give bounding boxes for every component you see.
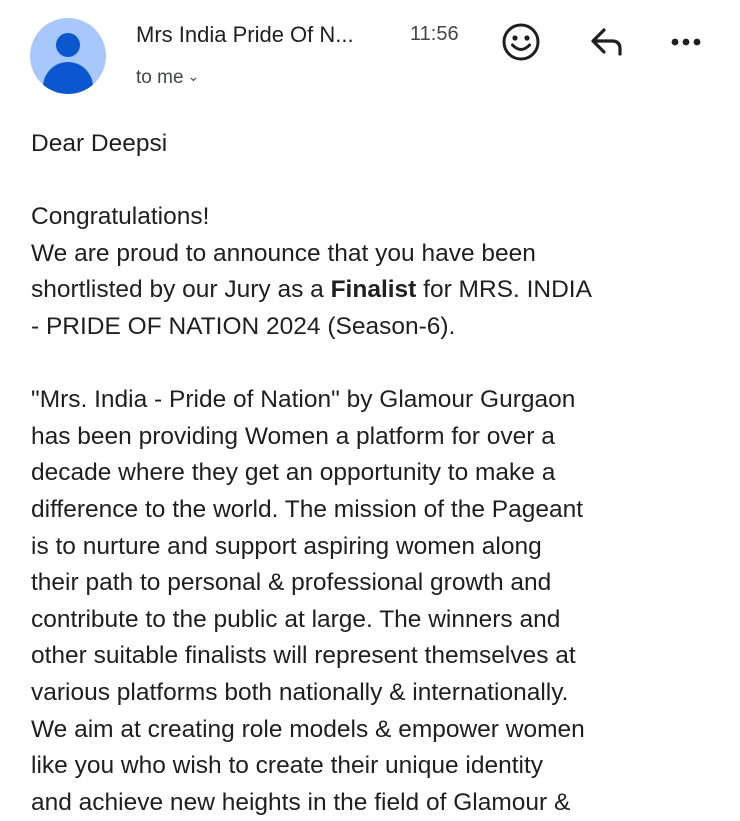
- mission-line: difference to the world. The mission of …: [31, 495, 584, 523]
- mission-line: "Mrs. India - Pride of Nation" by Glamou…: [31, 386, 576, 414]
- email-time: 11:56: [410, 23, 459, 45]
- announcement-line: - PRIDE OF NATION 2024 (Season-6).: [31, 312, 456, 340]
- reply-icon: [591, 28, 622, 56]
- chevron-down-icon: ⌄: [187, 68, 200, 84]
- recipient-toggle[interactable]: to me ⌄: [136, 67, 199, 89]
- text-run: for MRS. INDIA: [416, 276, 592, 304]
- add-reaction-button[interactable]: [499, 20, 543, 64]
- more-horizontal-icon: [671, 38, 701, 46]
- mission-line: is to nurture and support aspiring women…: [31, 532, 542, 560]
- mission-line: decade where they get an opportunity to …: [31, 459, 556, 487]
- announcement-line: shortlisted by our Jury as a Finalist fo…: [31, 272, 731, 309]
- more-options-button[interactable]: [664, 20, 708, 64]
- avatar-head: [56, 33, 80, 57]
- mission-line: their path to personal & professional gr…: [31, 569, 552, 597]
- mission-line: contribute to the public at large. The w…: [31, 605, 561, 633]
- mission-line: various platforms both nationally & inte…: [31, 678, 569, 706]
- mission-line: has been providing Women a platform for …: [31, 422, 555, 450]
- announcement-paragraph: We are proud to announce that you have b…: [31, 236, 731, 346]
- sender-name[interactable]: Mrs India Pride Of N...: [136, 22, 354, 48]
- mission-line: We aim at creating role models & empower…: [31, 715, 585, 743]
- finalist-emphasis: Finalist: [330, 276, 417, 304]
- recipient-label: to me: [136, 67, 184, 88]
- mission-paragraph: "Mrs. India - Pride of Nation" by Glamou…: [31, 382, 731, 821]
- announcement-line: We are proud to announce that you have b…: [31, 239, 536, 267]
- greeting-line: Dear Deepsi: [31, 130, 168, 157]
- congratulations-line: Congratulations!: [31, 203, 210, 231]
- avatar-body: [43, 62, 93, 94]
- reply-button[interactable]: [584, 20, 628, 64]
- email-header: Mrs India Pride Of N... 11:56 to me ⌄: [0, 0, 740, 110]
- text-run: shortlisted by our Jury as a: [31, 276, 331, 304]
- smiley-icon: [502, 23, 540, 61]
- email-body: Dear Deepsi Congratulations! We are prou…: [31, 126, 731, 821]
- mission-line: other suitable finalists will represent …: [31, 642, 576, 670]
- sender-avatar[interactable]: [30, 18, 106, 94]
- mission-line: and achieve new heights in the field of …: [31, 788, 571, 816]
- mission-line: like you who wish to create their unique…: [31, 752, 544, 780]
